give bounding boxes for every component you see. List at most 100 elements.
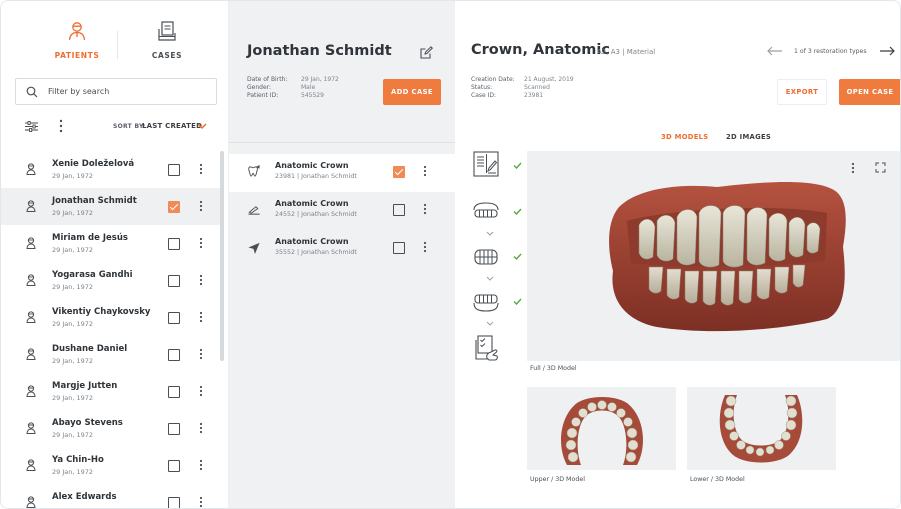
- search-box: [15, 78, 217, 105]
- row-options-icon[interactable]: [423, 241, 427, 253]
- arrow-right-icon[interactable]: [879, 46, 895, 56]
- arrow-left-icon[interactable]: [767, 46, 783, 56]
- dob-label: Date of Birth:: [247, 76, 288, 83]
- case-row[interactable]: Anatomic Crown 24552 | Jonathan Schmidt: [229, 192, 455, 230]
- edit-icon[interactable]: [420, 46, 433, 59]
- patient-name: Abayo Stevens: [52, 418, 123, 428]
- case-list: Anatomic Crown 23981 | Jonathan Schmidt An…: [229, 154, 455, 268]
- case-title: Anatomic Crown: [275, 161, 349, 170]
- viewer-options-icon[interactable]: [851, 162, 855, 174]
- row-options-icon[interactable]: [199, 496, 203, 508]
- row-options-icon[interactable]: [199, 274, 203, 286]
- search-input[interactable]: [48, 79, 208, 104]
- add-case-button[interactable]: ADD CASE: [383, 79, 441, 105]
- patient-checkbox[interactable]: [168, 238, 180, 250]
- prescription-form-icon[interactable]: [473, 151, 499, 177]
- model-viewer-full[interactable]: [527, 151, 900, 361]
- patient-avatar-icon: [26, 237, 36, 249]
- patient-id-value: 545529: [301, 92, 324, 99]
- row-options-icon[interactable]: [423, 203, 427, 215]
- checklist-icon[interactable]: [473, 334, 499, 362]
- patient-name-heading: Jonathan Schmidt: [247, 43, 392, 59]
- upper-arch-model: [561, 397, 643, 465]
- sort-value[interactable]: LAST CREATED: [142, 122, 202, 130]
- tab-2d-images[interactable]: 2D IMAGES: [726, 133, 771, 141]
- case-id-label: Case ID:: [471, 92, 497, 99]
- tab-cases[interactable]: CASES: [127, 21, 207, 62]
- patient-name: Ya Chin-Ho: [52, 455, 104, 465]
- row-options-icon[interactable]: [199, 200, 203, 212]
- fullscreen-icon[interactable]: [875, 162, 886, 173]
- export-button[interactable]: EXPORT: [777, 79, 827, 105]
- main-nav: PATIENTS CASES: [1, 1, 228, 73]
- patient-row[interactable]: Yogarasa Gandhi 29 Jan, 1972: [1, 262, 221, 299]
- gender-label: Gender:: [247, 84, 272, 91]
- patient-checkbox[interactable]: [168, 423, 180, 435]
- row-options-icon[interactable]: [199, 459, 203, 471]
- patient-row[interactable]: Alex Edwards: [1, 484, 221, 508]
- check-icon: [513, 253, 522, 260]
- patient-checkbox[interactable]: [168, 312, 180, 324]
- app-window: PATIENTS CASES Filter by search SORT BY:…: [0, 0, 901, 509]
- patient-row[interactable]: Ya Chin-Ho 29 Jan, 1972: [1, 447, 221, 484]
- tooth-crown-icon: [248, 165, 260, 177]
- send-icon: [248, 242, 260, 254]
- filter-icon[interactable]: [25, 121, 38, 132]
- patient-checkbox[interactable]: [168, 460, 180, 472]
- tab-patients-label: PATIENTS: [54, 51, 100, 60]
- case-checkbox[interactable]: [393, 166, 405, 178]
- patient-checkbox[interactable]: [168, 275, 180, 287]
- patient-row[interactable]: Margje Jutten 29 Jan, 1972: [1, 373, 221, 410]
- patient-checkbox[interactable]: [168, 349, 180, 361]
- chevron-down-icon: [486, 231, 494, 236]
- list-options-icon[interactable]: [59, 119, 63, 133]
- tab-patients[interactable]: PATIENTS: [37, 21, 117, 62]
- model-thumb-upper[interactable]: [527, 387, 676, 470]
- row-options-icon[interactable]: [199, 237, 203, 249]
- row-options-icon[interactable]: [199, 422, 203, 434]
- case-checkbox[interactable]: [393, 242, 405, 254]
- sort-bar: SORT BY: LAST CREATED: [1, 113, 228, 141]
- case-row[interactable]: Anatomic Crown 23981 | Jonathan Schmidt: [229, 154, 455, 192]
- patient-row[interactable]: Xenie Doleželová 29 Jan, 1972: [1, 151, 221, 188]
- patient-row[interactable]: Abayo Stevens 29 Jan, 1972: [1, 410, 221, 447]
- patient-checkbox[interactable]: [168, 497, 180, 508]
- lower-arch-model: [719, 395, 803, 463]
- full-dentition-model: [609, 182, 846, 332]
- row-options-icon[interactable]: [199, 385, 203, 397]
- patient-avatar-icon: [26, 200, 36, 212]
- patient-icon: [68, 22, 86, 41]
- row-options-icon[interactable]: [199, 163, 203, 175]
- model-thumb-lower[interactable]: [687, 387, 836, 470]
- patient-checkbox[interactable]: [168, 164, 180, 176]
- patient-row[interactable]: Jonathan Schmidt 29 Jan, 1972: [1, 188, 221, 225]
- patient-name: Miriam de Jesús: [52, 233, 128, 243]
- patient-name: Jonathan Schmidt: [52, 196, 137, 206]
- case-row[interactable]: Anatomic Crown 35552 | Jonathan Schmidt: [229, 230, 455, 268]
- patient-checkbox[interactable]: [168, 386, 180, 398]
- upper-jaw-icon[interactable]: [473, 201, 499, 223]
- patient-list-scrollbar[interactable]: [220, 151, 224, 361]
- open-case-button[interactable]: OPEN CASE: [839, 79, 900, 105]
- upper-model-caption: Upper / 3D Model: [530, 476, 585, 483]
- patient-row[interactable]: Dushane Daniel 29 Jan, 1972: [1, 336, 221, 373]
- sort-label: SORT BY:: [113, 123, 146, 130]
- bite-icon[interactable]: [473, 246, 499, 268]
- patient-checkbox[interactable]: [168, 201, 180, 213]
- patient-name: Margje Jutten: [52, 381, 118, 391]
- case-title: Anatomic Crown: [275, 237, 349, 246]
- row-options-icon[interactable]: [199, 348, 203, 360]
- patient-row[interactable]: Vikentiy Chaykovsky 29 Jan, 1972: [1, 299, 221, 336]
- row-options-icon[interactable]: [423, 165, 427, 177]
- lower-jaw-icon[interactable]: [473, 291, 499, 313]
- scan-tool-icon: [248, 206, 260, 215]
- row-options-icon[interactable]: [199, 311, 203, 323]
- patient-row[interactable]: Miriam de Jesús 29 Jan, 1972: [1, 225, 221, 262]
- patient-avatar-icon: [26, 422, 36, 434]
- case-checkbox[interactable]: [393, 204, 405, 216]
- patient-dob: 29 Jan, 1972: [52, 468, 94, 476]
- chevron-down-icon[interactable]: [197, 122, 207, 130]
- tab-3d-models[interactable]: 3D MODELS: [661, 133, 709, 141]
- patient-avatar-icon: [26, 311, 36, 323]
- case-detail-panel: Crown, Anatomic A2, A3 | Material 1 of 3…: [455, 1, 900, 508]
